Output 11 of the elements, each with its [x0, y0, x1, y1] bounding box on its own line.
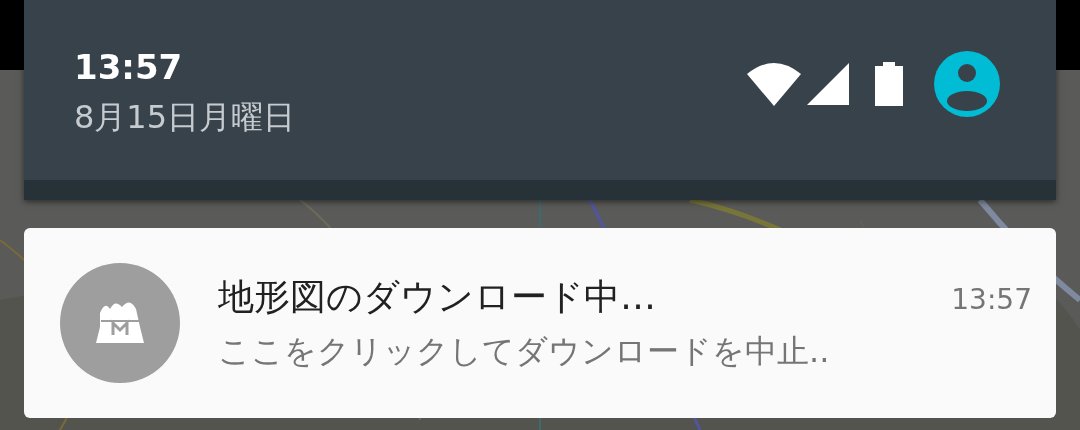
battery-icon — [875, 62, 903, 106]
notification-title: 地形図のダウンロード中… — [218, 275, 656, 319]
notification-time: 13:57 — [951, 283, 1032, 316]
date-label: 8月15日月曜日 — [74, 97, 296, 137]
notification-card[interactable]: 地形図のダウンロード中… 13:57 ここをクリックしてダウンロードを中止.. — [24, 228, 1056, 418]
user-avatar-icon[interactable] — [934, 51, 1000, 117]
wifi-icon — [747, 62, 801, 106]
mountain-map-icon — [60, 263, 180, 383]
notification-text: ここをクリックしてダウンロードを中止.. — [218, 331, 831, 372]
clock-time: 13:57 — [74, 47, 184, 87]
signal-icon — [807, 63, 849, 105]
